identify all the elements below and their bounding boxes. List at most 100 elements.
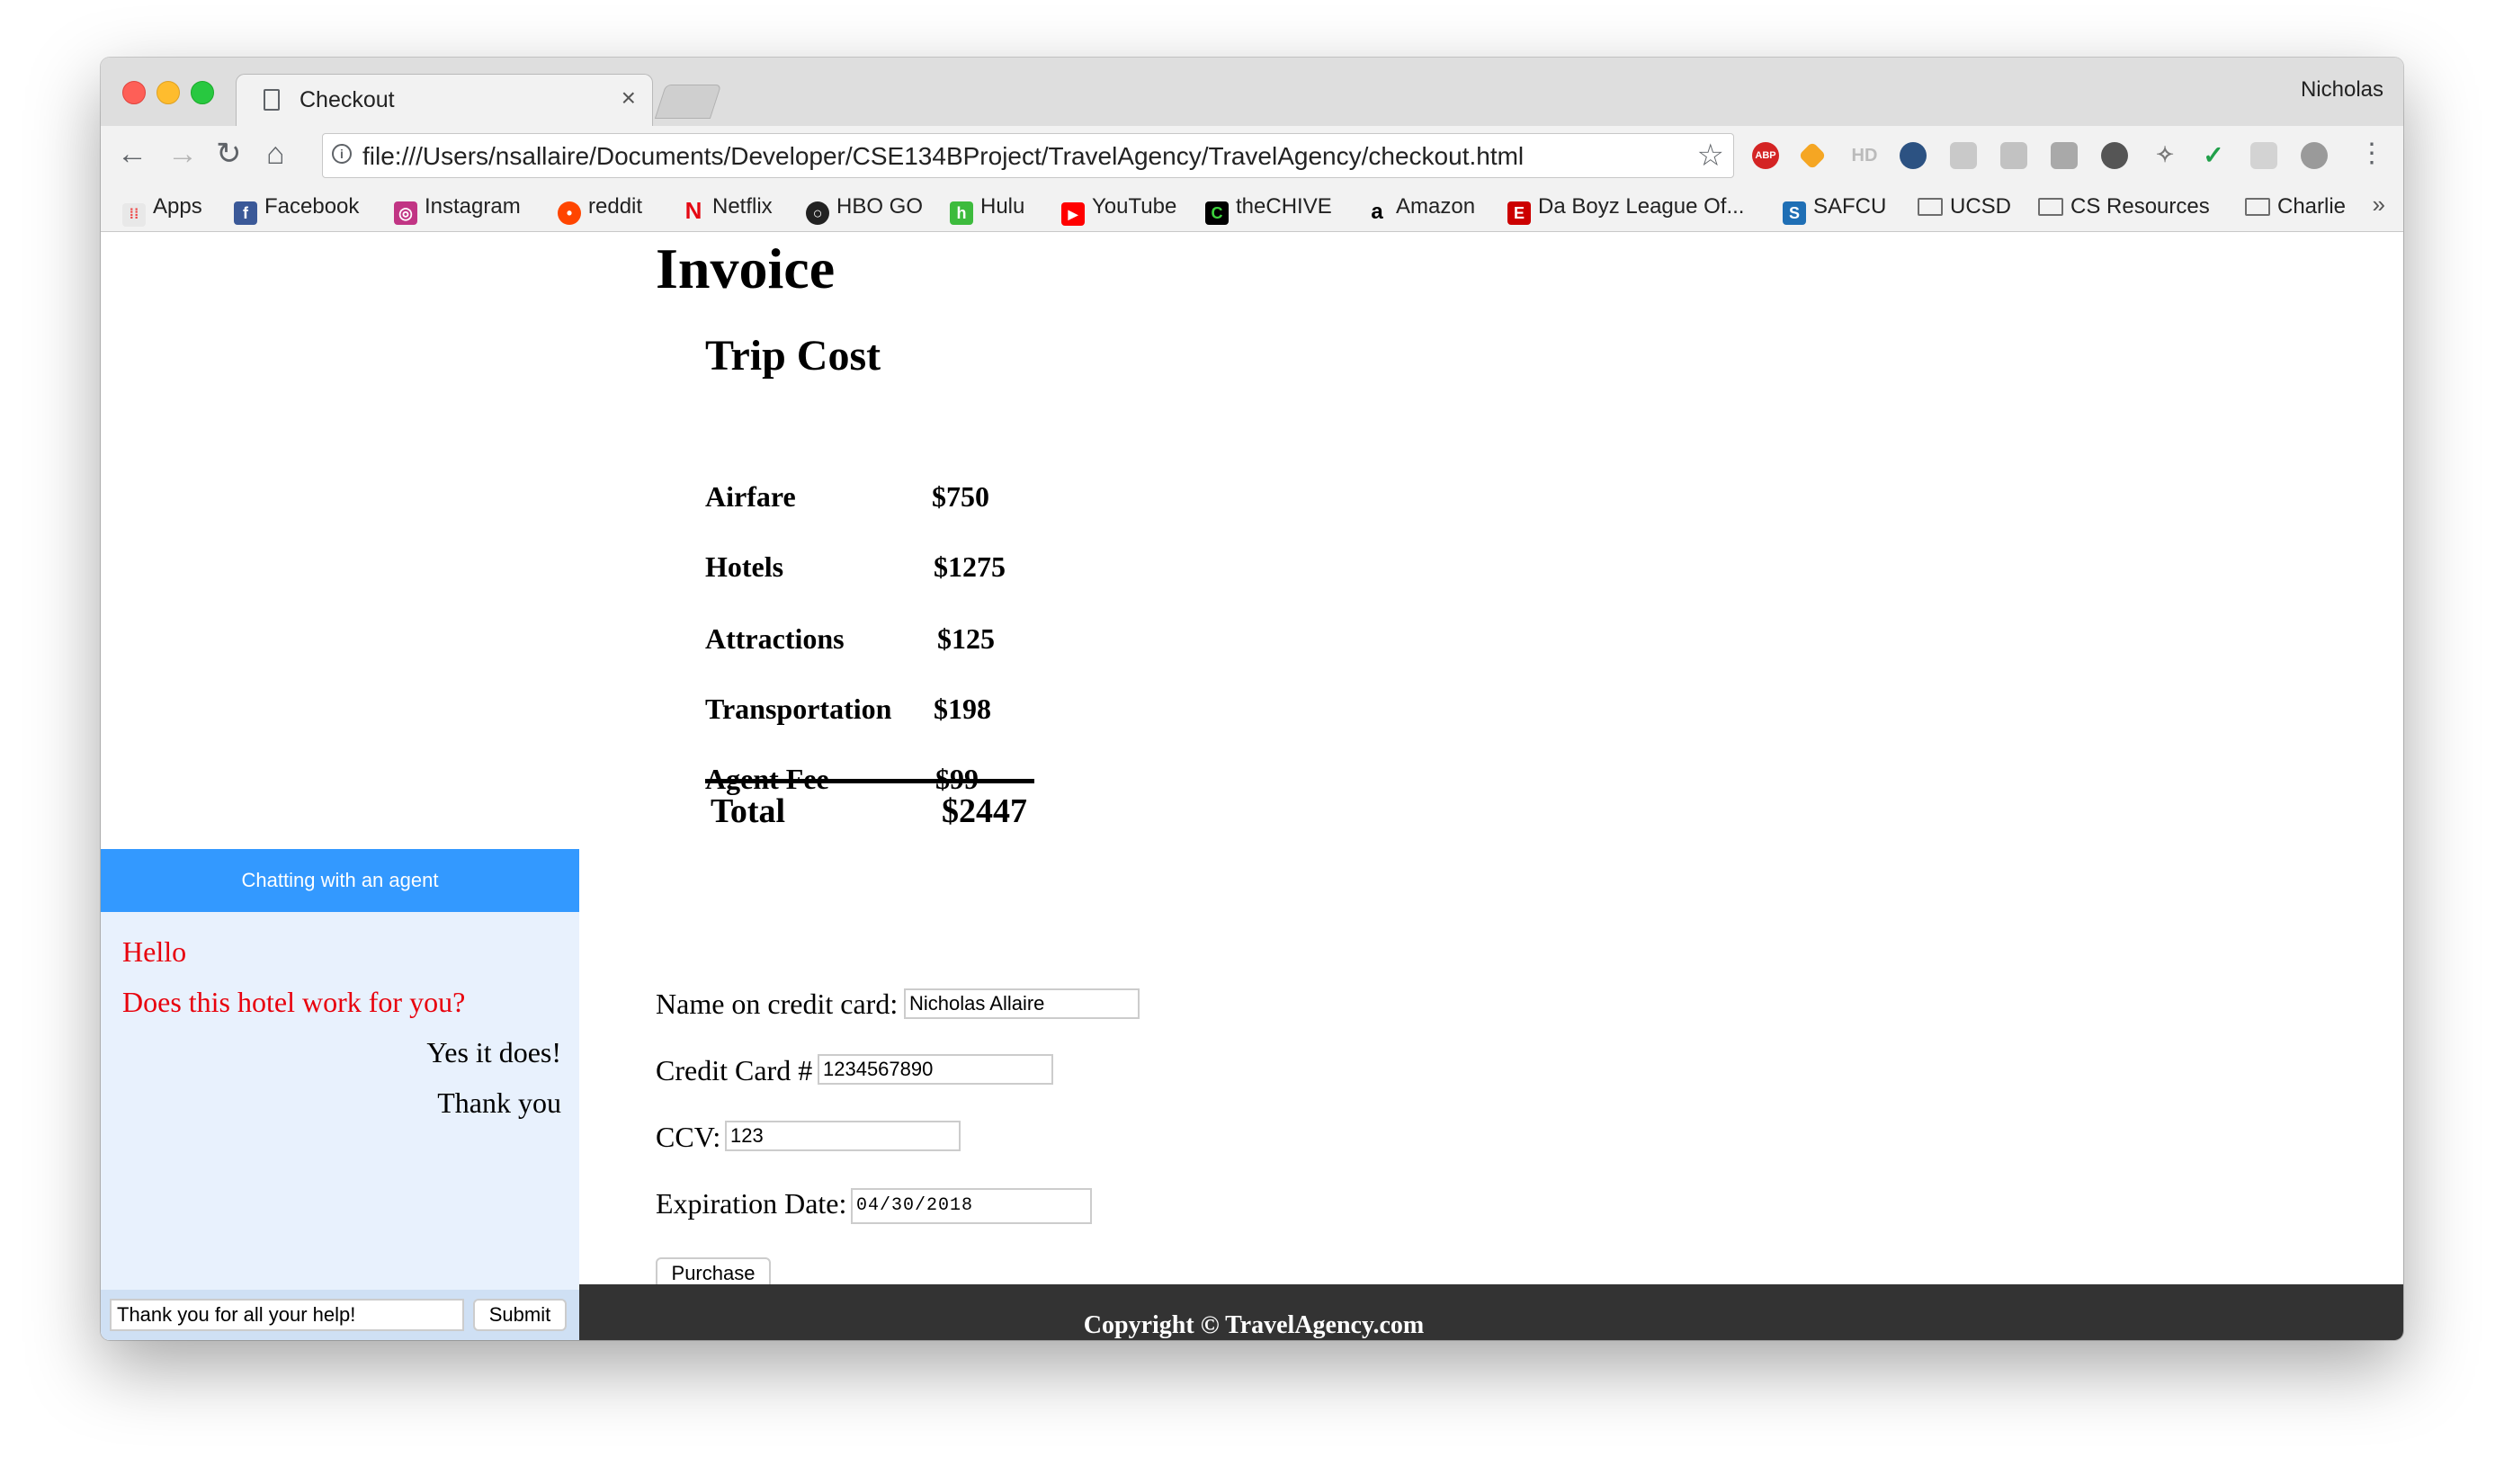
bookmark-label: theCHIVE: [1236, 194, 1332, 219]
section-title: Trip Cost: [705, 332, 881, 380]
bookmark-instagram[interactable]: ◎ Instagram: [394, 194, 521, 225]
bookmark-label: Da Boyz League Of...: [1538, 194, 1745, 219]
hd-extension-icon[interactable]: HD: [1851, 142, 1878, 169]
name-on-card-input[interactable]: Nicholas Allaire: [904, 988, 1140, 1019]
bookmark-hbo-go[interactable]: ○ HBO GO: [806, 194, 923, 225]
bookmark-reddit[interactable]: • reddit: [558, 194, 642, 225]
bookmark-cs-resources[interactable]: CS Resources: [2038, 194, 2210, 219]
address-bar[interactable]: i file:///Users/nsallaire/Documents/Deve…: [322, 133, 1734, 178]
cost-value-hotels: $1275: [934, 550, 1006, 583]
bookmark-hulu[interactable]: h Hulu: [950, 194, 1024, 225]
bookmark-label: Hulu: [980, 194, 1025, 219]
cost-label-hotels: Hotels: [705, 550, 784, 583]
bookmark-label: Charlie: [2277, 194, 2347, 219]
expiration-date-input[interactable]: 04/30/2018: [851, 1188, 1092, 1224]
bookmark-label: SAFCU: [1813, 194, 1887, 219]
image-extension-icon[interactable]: [1950, 142, 1977, 169]
bookmark-label: Instagram: [425, 194, 521, 219]
maximize-window-button[interactable]: [191, 81, 214, 104]
cost-value-attractions: $125: [937, 622, 995, 655]
folder-icon: [2245, 198, 2270, 216]
bookmark-label: HBO GO: [836, 194, 924, 219]
minimize-window-button[interactable]: [156, 81, 180, 104]
document-icon: [264, 89, 280, 111]
chat-panel: Chatting with an agent Hello Does this h…: [101, 849, 579, 1340]
gear-extension-icon[interactable]: [1900, 142, 1927, 169]
git-extension-icon[interactable]: [1798, 141, 1827, 170]
bookmark-facebook[interactable]: f Facebook: [234, 194, 359, 225]
ccv-label: CCV:: [656, 1121, 721, 1153]
ccv-input[interactable]: 123: [725, 1121, 961, 1151]
espn-icon: E: [1507, 201, 1531, 225]
new-tab-button[interactable]: [654, 85, 722, 119]
tab-close-icon[interactable]: ×: [622, 84, 636, 112]
chat-submit-button[interactable]: Submit: [473, 1299, 567, 1331]
chat-message-agent: Does this hotel work for you?: [122, 986, 466, 1018]
profile-name[interactable]: Nicholas: [2301, 77, 2383, 103]
youtube-icon: ▶: [1061, 202, 1085, 226]
chat-message-user: Yes it does!: [426, 1036, 561, 1068]
font-extension-icon[interactable]: [2051, 142, 2078, 169]
page-title: Invoice: [656, 237, 836, 300]
tab-checkout[interactable]: Checkout ×: [236, 74, 653, 127]
pointer-extension-icon[interactable]: ✧: [2151, 142, 2178, 169]
instagram-icon: ◎: [394, 201, 417, 225]
info-icon[interactable]: i: [332, 144, 352, 164]
cost-value-airfare: $750: [932, 480, 989, 513]
tab-title: Checkout: [300, 87, 395, 112]
settings-extension-icon[interactable]: [2301, 142, 2328, 169]
react-extension-icon[interactable]: [2250, 142, 2277, 169]
chat-message-agent: Hello: [122, 935, 187, 968]
credit-card-input[interactable]: 1234567890: [818, 1054, 1053, 1085]
bookmark-apps[interactable]: ⁞⁞ Apps: [122, 194, 202, 227]
w-extension-icon[interactable]: [2101, 142, 2128, 169]
bookmark-ucsd[interactable]: UCSD: [1918, 194, 2011, 219]
bookmark-label: Amazon: [1396, 194, 1476, 219]
home-icon[interactable]: ⌂: [266, 137, 285, 171]
amazon-icon: a: [1371, 200, 1383, 224]
chat-header: Chatting with an agent: [101, 849, 579, 912]
hbo-icon: ○: [806, 201, 829, 225]
adblock-plus-icon[interactable]: ABP: [1752, 142, 1779, 169]
menu-kebab-icon[interactable]: ⋮: [2358, 137, 2385, 171]
browser-window: Checkout × Nicholas ← → ↻ ⌂ i file:///Us…: [101, 58, 2403, 1340]
vue-extension-icon[interactable]: ✓: [2200, 142, 2227, 169]
cost-value-transportation: $198: [934, 693, 991, 725]
chat-message-user: Thank you: [437, 1086, 561, 1119]
total-label: Total: [711, 792, 786, 830]
bookmark-label: CS Resources: [2070, 194, 2210, 219]
chat-message-input[interactable]: Thank you for all your help!: [110, 1299, 464, 1331]
chat-input-bar: Thank you for all your help! Submit: [101, 1290, 579, 1340]
page-footer: Copyright © TravelAgency.com: [579, 1284, 2403, 1340]
bookmark-charlie[interactable]: Charlie: [2245, 194, 2346, 219]
bookmark-da-boyz-league[interactable]: E Da Boyz League Of...: [1507, 194, 1744, 225]
bookmark-label: reddit: [588, 194, 643, 219]
bookmark-thechive[interactable]: CtheCHIVE: [1205, 194, 1332, 225]
folder-icon: [2038, 198, 2063, 216]
copyright-text: Copyright © TravelAgency.com: [1083, 1311, 1425, 1339]
total-value: $2447: [942, 792, 1027, 830]
bookmarks-overflow-button[interactable]: »: [2373, 191, 2385, 219]
bookmark-safcu[interactable]: S SAFCU: [1783, 194, 1886, 225]
total-divider: [705, 779, 1034, 783]
bookmark-star-icon[interactable]: ☆: [1697, 138, 1724, 174]
bookmark-amazon[interactable]: a Amazon: [1365, 194, 1475, 224]
bookmark-label: YouTube: [1092, 194, 1177, 219]
url-text[interactable]: file:///Users/nsallaire/Documents/Develo…: [362, 142, 1524, 171]
close-window-button[interactable]: [122, 81, 146, 104]
cost-label-attractions: Attractions: [705, 622, 845, 655]
reddit-icon: •: [558, 201, 581, 225]
cost-label-airfare: Airfare: [705, 480, 796, 513]
back-arrow-icon[interactable]: ←: [117, 137, 148, 171]
bookmarks-bar: ⁞⁞ Apps f Facebook ◎ Instagram • reddit N Net…: [101, 183, 2403, 232]
reload-icon[interactable]: ↻: [216, 137, 242, 171]
bookmark-netflix[interactable]: N Netflix: [682, 194, 773, 222]
bookmark-youtube[interactable]: ▶ YouTube: [1061, 194, 1176, 226]
name-on-card-label: Name on credit card:: [656, 988, 899, 1020]
netflix-icon: N: [684, 197, 702, 224]
css-extension-icon[interactable]: [2000, 142, 2027, 169]
page-content: Invoice Trip Cost Airfare $750 Hotels $1…: [101, 232, 2403, 1340]
forward-arrow-icon[interactable]: →: [167, 137, 198, 171]
bookmark-label: Apps: [153, 194, 202, 219]
facebook-icon: f: [234, 201, 257, 225]
